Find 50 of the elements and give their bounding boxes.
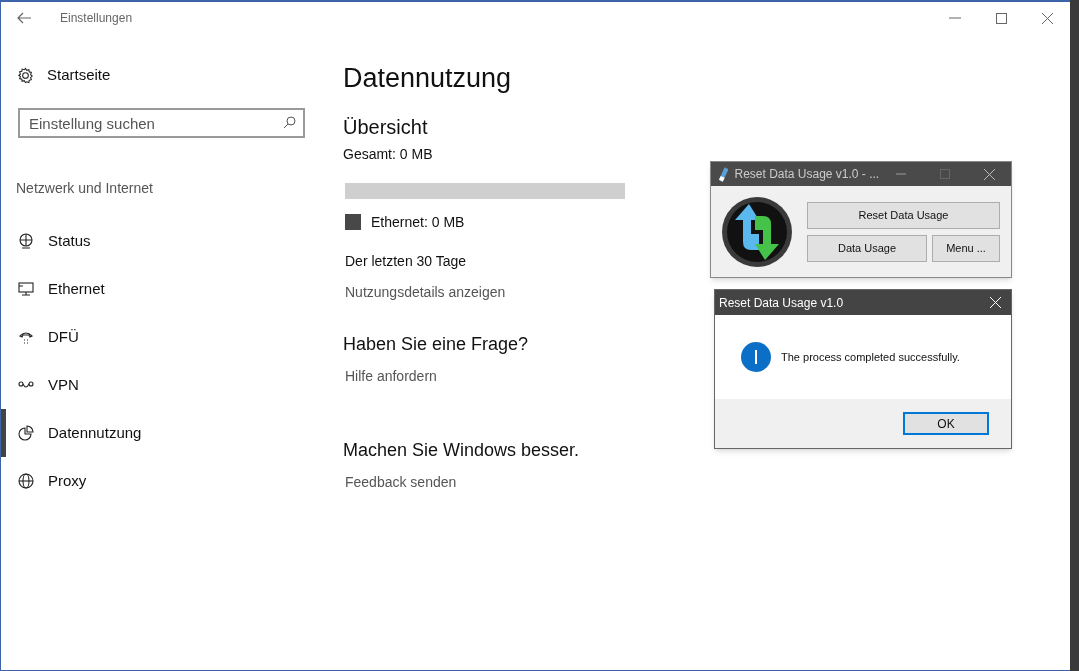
close-icon [1041, 12, 1053, 24]
dialog-title: Reset Data Usage v1.0 [719, 294, 844, 312]
gear-icon [17, 66, 34, 84]
nav-item[interactable]: Status [1, 217, 327, 265]
nav-item[interactable]: Ethernet [1, 265, 327, 313]
search-icon [283, 116, 296, 129]
help-link[interactable]: Hilfe anfordern [345, 365, 625, 387]
period-label: Der letzten 30 Tage [345, 251, 468, 271]
minimize-icon [949, 17, 961, 19]
window-title: Einstellungen [60, 10, 133, 27]
nav-item[interactable]: Datennutzung [1, 409, 327, 457]
total-usage: Gesamt: 0 MB [343, 144, 434, 164]
help-link[interactable]: Feedback senden [345, 471, 625, 493]
ok-button[interactable]: OK [903, 412, 989, 435]
monitor-icon [17, 280, 35, 298]
maximize-icon [995, 12, 1007, 24]
nav-label: Datennutzung [48, 422, 142, 443]
menu-button[interactable]: Menu ... [932, 234, 1000, 262]
nav-item[interactable]: Proxy [1, 457, 327, 505]
search-field[interactable]: Einstellung suchen [18, 108, 305, 138]
pie-chart-icon [17, 424, 35, 442]
overview-heading: Übersicht [343, 114, 429, 140]
nav-item[interactable]: VPN [1, 361, 327, 409]
info-icon [741, 342, 771, 372]
section-heading: Haben Sie eine Frage? [343, 332, 530, 356]
nav-label: DFÜ [48, 326, 79, 347]
app-title: Reset Data Usage v1.0 - ... [734, 166, 880, 183]
section-heading: Netzwerk und Internet [16, 179, 154, 198]
legend-swatch [345, 214, 361, 230]
legend-label: Ethernet: 0 MB [371, 212, 465, 232]
nav-label: Ethernet [48, 278, 105, 299]
back-arrow-icon [17, 12, 31, 24]
section-heading: Machen Sie Windows besser. [343, 438, 581, 462]
dialog-message: The process completed successfully. [781, 349, 960, 365]
close-icon [983, 168, 995, 180]
eraser-icon [717, 166, 729, 182]
reset-button[interactable]: Reset Data Usage [807, 201, 1000, 229]
minimize-icon [896, 173, 907, 175]
nav-label: Proxy [48, 470, 87, 491]
maximize-icon [940, 169, 951, 179]
nav-label: VPN [48, 374, 79, 395]
details-link[interactable]: Nutzungsdetails anzeigen [345, 281, 625, 303]
globe-monitor-icon [17, 232, 35, 250]
data-usage-button[interactable]: Data Usage [807, 234, 927, 262]
nav-label: Status [48, 230, 91, 251]
home-link[interactable]: Startseite [1, 64, 327, 86]
nav-item[interactable]: DFÜ [1, 313, 327, 361]
globe-icon [17, 472, 35, 490]
page-title: Datennutzung [343, 62, 513, 95]
close-icon [989, 297, 1001, 308]
